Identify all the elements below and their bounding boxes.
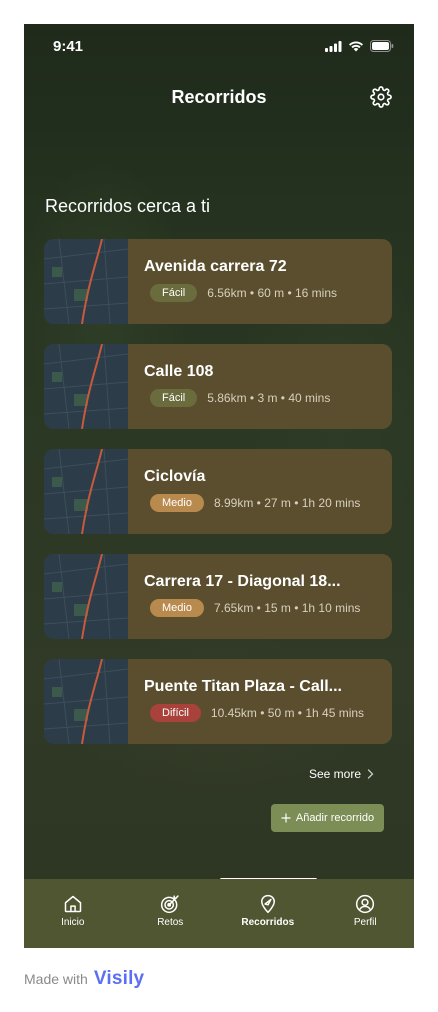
route-stats: 6.56km • 60 m • 16 mins bbox=[207, 286, 338, 300]
status-icons bbox=[325, 40, 394, 52]
plus-icon bbox=[281, 813, 291, 823]
add-route-button[interactable]: Añadir recorrido bbox=[271, 804, 384, 832]
status-bar: 9:41 bbox=[24, 36, 414, 58]
difficulty-badge: Medio bbox=[150, 494, 204, 512]
route-info: Calle 108 Fácil 5.86km • 3 m • 40 mins bbox=[128, 344, 392, 429]
cellular-signal-icon bbox=[325, 40, 342, 52]
see-more-link[interactable]: See more bbox=[309, 767, 374, 781]
status-time: 9:41 bbox=[53, 38, 84, 55]
difficulty-badge: Difícil bbox=[150, 704, 201, 722]
route-card[interactable]: Avenida carrera 72 Fácil 6.56km • 60 m •… bbox=[44, 239, 392, 324]
route-name: Ciclovía bbox=[144, 468, 206, 485]
battery-icon bbox=[370, 40, 394, 52]
tab-label: Inicio bbox=[61, 917, 85, 928]
route-stats: 5.86km • 3 m • 40 mins bbox=[207, 391, 331, 405]
tab-label: Retos bbox=[157, 917, 184, 928]
chevron-right-icon bbox=[367, 769, 374, 779]
section-title: Recorridos cerca a ti bbox=[45, 196, 211, 216]
see-more-label: See more bbox=[308, 767, 361, 781]
route-card[interactable]: Carrera 17 - Diagonal 18... Medio 7.65km… bbox=[44, 554, 392, 639]
route-map-thumbnail bbox=[44, 659, 128, 744]
target-icon bbox=[161, 895, 179, 914]
route-map-thumbnail bbox=[44, 554, 128, 639]
tab-label: Recorridos bbox=[241, 917, 295, 928]
route-map-thumbnail bbox=[44, 239, 128, 324]
map-pin-icon bbox=[260, 894, 275, 914]
route-name: Carrera 17 - Diagonal 18... bbox=[144, 573, 341, 590]
route-meta: Fácil 6.56km • 60 m • 16 mins bbox=[144, 284, 392, 302]
route-name: Avenida carrera 72 bbox=[144, 258, 287, 275]
route-meta: Difícil 10.45km • 50 m • 1h 45 mins bbox=[144, 704, 392, 722]
route-card[interactable]: Puente Titan Plaza - Call... Difícil 10.… bbox=[44, 659, 392, 744]
route-info: Puente Titan Plaza - Call... Difícil 10.… bbox=[128, 659, 392, 744]
tab-label: Perfil bbox=[353, 917, 377, 928]
gear-icon bbox=[370, 86, 392, 108]
route-stats: 7.65km • 15 m • 1h 10 mins bbox=[213, 601, 361, 615]
route-map-thumbnail bbox=[44, 344, 128, 429]
add-route-label: Añadir recorrido bbox=[295, 812, 375, 824]
route-stats: 10.45km • 50 m • 1h 45 mins bbox=[210, 706, 365, 720]
page-title: Recorridos bbox=[171, 87, 267, 107]
difficulty-badge: Fácil bbox=[150, 389, 198, 407]
route-info: Avenida carrera 72 Fácil 6.56km • 60 m •… bbox=[128, 239, 392, 324]
route-meta: Fácil 5.86km • 3 m • 40 mins bbox=[144, 389, 392, 407]
tab-bar: Inicio Retos Recorridos Perfil bbox=[24, 879, 414, 948]
route-map-thumbnail bbox=[44, 449, 128, 534]
route-stats: 8.99km • 27 m • 1h 20 mins bbox=[213, 496, 361, 510]
settings-button[interactable] bbox=[370, 86, 392, 108]
route-info: Ciclovía Medio 8.99km • 27 m • 1h 20 min… bbox=[128, 449, 392, 534]
tab-perfil[interactable]: Perfil bbox=[317, 879, 415, 948]
route-name: Calle 108 bbox=[144, 363, 214, 380]
tab-recorridos[interactable]: Recorridos bbox=[219, 879, 317, 948]
route-info: Carrera 17 - Diagonal 18... Medio 7.65km… bbox=[128, 554, 392, 639]
route-name: Puente Titan Plaza - Call... bbox=[144, 678, 342, 695]
wifi-icon bbox=[349, 41, 363, 52]
route-card[interactable]: Calle 108 Fácil 5.86km • 3 m • 40 mins bbox=[44, 344, 392, 429]
visily-logo[interactable]: Visily bbox=[94, 968, 145, 990]
home-icon bbox=[64, 895, 81, 913]
tab-retos[interactable]: Retos bbox=[122, 879, 220, 948]
difficulty-badge: Medio bbox=[150, 599, 204, 617]
made-with-footer: Made with Visily bbox=[24, 968, 144, 990]
phone-screen: 9:41 Recorridos Recorridos cerca a ti Av… bbox=[24, 24, 414, 948]
route-meta: Medio 8.99km • 27 m • 1h 20 mins bbox=[144, 494, 392, 512]
difficulty-badge: Fácil bbox=[150, 284, 198, 302]
tab-inicio[interactable]: Inicio bbox=[24, 879, 122, 948]
route-list: Avenida carrera 72 Fácil 6.56km • 60 m •… bbox=[44, 239, 392, 744]
user-icon bbox=[356, 894, 375, 914]
route-meta: Medio 7.65km • 15 m • 1h 10 mins bbox=[144, 599, 392, 617]
route-card[interactable]: Ciclovía Medio 8.99km • 27 m • 1h 20 min… bbox=[44, 449, 392, 534]
made-with-label: Made with bbox=[24, 971, 88, 987]
